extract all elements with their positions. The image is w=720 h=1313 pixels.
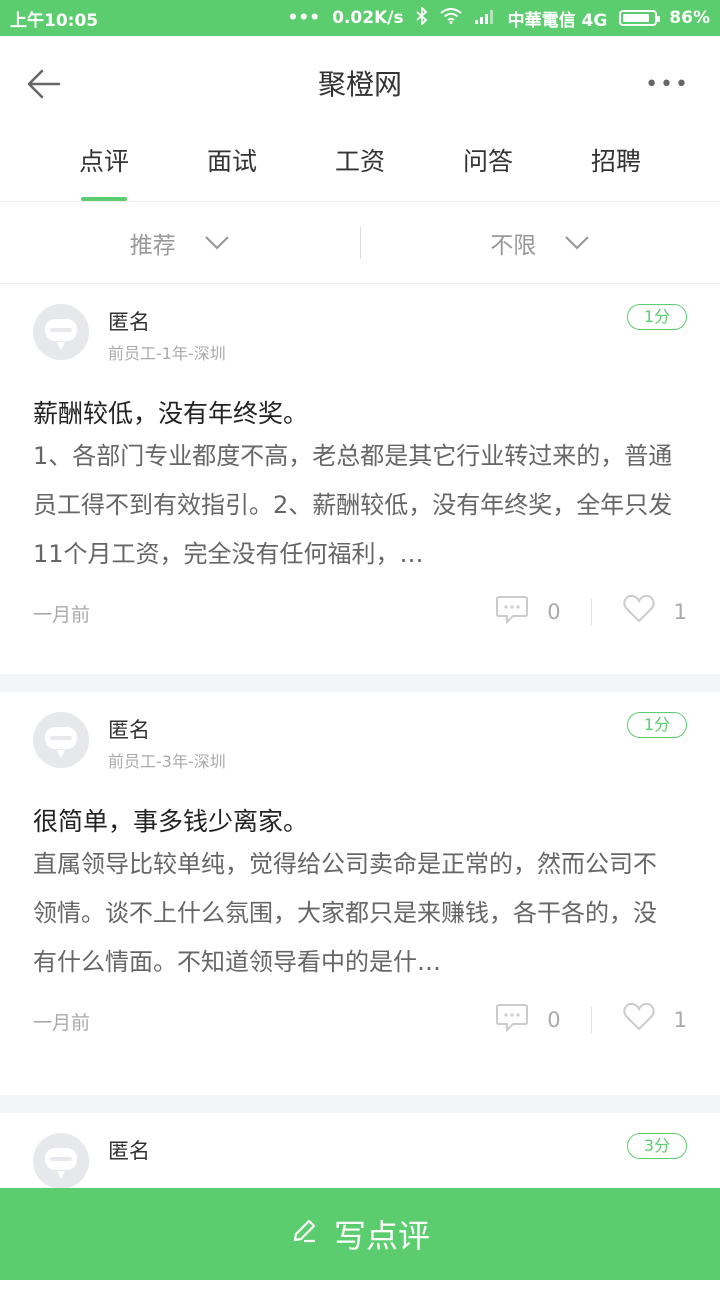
signal-icon <box>474 8 496 29</box>
reviewer-name: 匿名 <box>108 714 150 744</box>
bluetooth-icon <box>416 7 428 30</box>
back-arrow-icon[interactable] <box>26 66 62 102</box>
review-actions: 0 1 <box>495 594 687 629</box>
tab-interviews[interactable]: 面试 <box>187 130 277 201</box>
review-time: 一月前 <box>33 600 90 627</box>
review-body: 直属领导比较单纯，觉得给公司卖命是正常的，然而公司不领情。谈不上什么氛围，大家都… <box>33 840 673 987</box>
network-speed: 0.02K/s <box>332 8 403 28</box>
tab-bar: 点评 面试 工资 问答 招聘 <box>0 130 720 202</box>
review-actions: 0 1 <box>495 1002 687 1037</box>
reviewer-name: 匿名 <box>108 1135 150 1165</box>
review-card[interactable]: 匿名 前员工-3年-深圳 1分 很简单，事多钱少离家。 直属领导比较单纯，觉得给… <box>0 692 720 1095</box>
reviewer-meta: 前员工-3年-深圳 <box>108 748 226 772</box>
like-count: 1 <box>674 1008 687 1032</box>
tab-salary[interactable]: 工资 <box>315 130 405 201</box>
avatar <box>33 712 89 768</box>
like-count: 1 <box>674 600 687 624</box>
comment-count: 0 <box>547 600 560 624</box>
filter-label: 推荐 <box>130 226 176 260</box>
status-dots: ••• <box>288 8 321 28</box>
action-divider <box>591 599 592 625</box>
write-review-label: 写点评 <box>334 1211 430 1257</box>
score-badge: 3分 <box>627 1133 687 1159</box>
reviewer-name: 匿名 <box>108 306 150 336</box>
tab-qa[interactable]: 问答 <box>443 130 533 201</box>
card-separator <box>0 1095 720 1113</box>
wifi-icon <box>440 8 462 29</box>
page-title: 聚橙网 <box>318 63 402 103</box>
card-separator <box>0 674 720 692</box>
score-badge: 1分 <box>627 712 687 738</box>
carrier: 中華電信 4G <box>508 6 608 31</box>
tab-label: 问答 <box>463 147 513 176</box>
review-time: 一月前 <box>33 1008 90 1035</box>
title-bar: 聚橙网 ••• <box>0 36 720 130</box>
battery-icon <box>619 10 657 26</box>
like-heart-icon[interactable] <box>622 1002 656 1037</box>
like-heart-icon[interactable] <box>622 594 656 629</box>
status-time: 上午10:05 <box>10 6 98 31</box>
chevron-down-icon <box>564 234 590 252</box>
score-badge: 1分 <box>627 304 687 330</box>
tab-label: 点评 <box>79 147 129 176</box>
avatar <box>33 304 89 360</box>
comment-count: 0 <box>547 1008 560 1032</box>
action-divider <box>591 1007 592 1033</box>
review-card[interactable]: 匿名 前员工-1年-深圳 1分 薪酬较低，没有年终奖。 1、各部门专业都度不高，… <box>0 284 720 674</box>
status-right: ••• 0.02K/s 中華電信 4G 86% <box>288 6 710 31</box>
comment-icon[interactable] <box>495 594 529 629</box>
reviewer-meta: 前员工-1年-深圳 <box>108 340 226 364</box>
review-headline: 薪酬较低，没有年终奖。 <box>33 394 308 430</box>
more-menu-icon[interactable]: ••• <box>645 80 690 90</box>
battery-percent: 86% <box>669 8 710 28</box>
review-list: 匿名 前员工-1年-深圳 1分 薪酬较低，没有年终奖。 1、各部门专业都度不高，… <box>0 284 720 1313</box>
tab-reviews[interactable]: 点评 <box>59 130 149 201</box>
tab-label: 面试 <box>207 147 257 176</box>
review-body: 1、各部门专业都度不高，老总都是其它行业转过来的，普通员工得不到有效指引。2、薪… <box>33 432 673 579</box>
sort-filter-dropdown[interactable]: 推荐 <box>0 226 360 260</box>
range-filter-dropdown[interactable]: 不限 <box>361 226 720 260</box>
filter-label: 不限 <box>490 226 536 260</box>
filter-bar: 推荐 不限 <box>0 203 720 284</box>
avatar <box>33 1133 89 1189</box>
tab-label: 工资 <box>335 147 385 176</box>
active-tab-indicator <box>81 197 127 201</box>
status-bar: 上午10:05 ••• 0.02K/s 中華電信 4G 86% <box>0 0 720 36</box>
tab-jobs[interactable]: 招聘 <box>571 130 661 201</box>
comment-icon[interactable] <box>495 1002 529 1037</box>
pencil-icon <box>290 1215 318 1253</box>
tab-label: 招聘 <box>591 147 641 176</box>
chevron-down-icon <box>204 234 230 252</box>
write-review-button[interactable]: 写点评 <box>0 1188 720 1280</box>
review-headline: 很简单，事多钱少离家。 <box>33 802 308 838</box>
